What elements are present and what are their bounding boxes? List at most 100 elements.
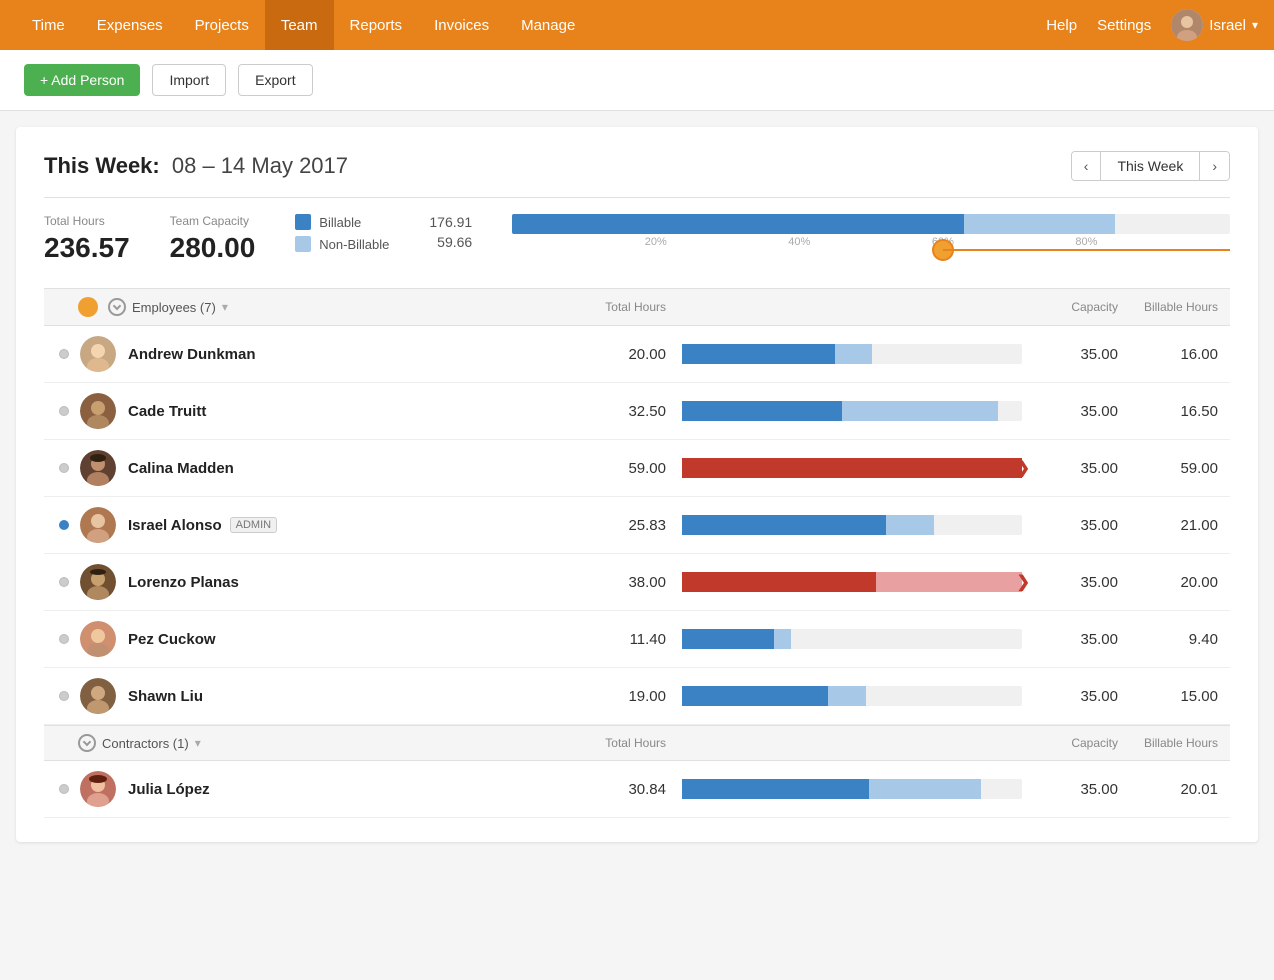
main-chart: 20% 40% 60% 80% <box>512 214 1230 264</box>
col-header-hours: Total Hours <box>586 300 666 314</box>
row-name[interactable]: Calina Madden <box>128 460 586 477</box>
team-capacity-value: 280.00 <box>170 232 256 264</box>
row-name[interactable]: Andrew Dunkman <box>128 346 586 363</box>
row-hours: 11.40 <box>586 631 666 648</box>
row-status <box>56 784 72 794</box>
week-nav: ‹ This Week › <box>1071 151 1230 181</box>
week-next-button[interactable]: › <box>1200 152 1229 180</box>
chart-ticks: 20% 40% 60% 80% <box>512 236 1230 264</box>
avatar <box>80 771 116 807</box>
contractors-timer-icon <box>78 734 96 752</box>
row-hours: 38.00 <box>586 574 666 591</box>
row-bar <box>682 344 1022 364</box>
bar-nonbillable <box>886 515 934 535</box>
nav-projects[interactable]: Projects <box>179 0 265 50</box>
week-header: This Week: 08 – 14 May 2017 ‹ This Week … <box>44 151 1230 181</box>
row-hours: 59.00 <box>586 460 666 477</box>
row-name[interactable]: Israel Alonso ADMIN <box>128 517 586 534</box>
contractors-group-label[interactable]: Contractors (1) <box>102 736 189 751</box>
user-dropdown-icon: ▾ <box>1252 18 1258 32</box>
row-name[interactable]: Shawn Liu <box>128 688 586 705</box>
status-dot <box>59 577 69 587</box>
row-billable-hours: 20.00 <box>1118 574 1218 591</box>
slider-line <box>943 249 1230 251</box>
employees-group-label[interactable]: Employees (7) <box>132 300 216 315</box>
contractors-col-header-capacity: Capacity <box>1038 736 1118 750</box>
overflow-icon: ❯ <box>1017 572 1030 592</box>
row-hours: 30.84 <box>586 781 666 798</box>
row-hours: 20.00 <box>586 346 666 363</box>
row-status <box>56 349 72 359</box>
admin-badge: ADMIN <box>230 517 277 533</box>
col-header-billable: Billable Hours <box>1118 300 1218 314</box>
row-name[interactable]: Lorenzo Planas <box>128 574 586 591</box>
table-row: Shawn Liu 19.00 35.00 15.00 <box>44 668 1230 725</box>
team-capacity-stat: Team Capacity 280.00 <box>170 214 256 264</box>
bar-over <box>682 458 1022 478</box>
add-person-button[interactable]: + Add Person <box>24 64 140 96</box>
row-bar <box>682 779 1022 799</box>
timer-icon <box>108 298 126 316</box>
avatar <box>80 336 116 372</box>
bar-nonbillable <box>842 401 998 421</box>
chart-values: 176.91 59.66 <box>429 214 472 250</box>
row-hours: 19.00 <box>586 688 666 705</box>
week-prev-button[interactable]: ‹ <box>1072 152 1101 180</box>
bar-nonbillable <box>869 779 981 799</box>
user-menu[interactable]: Israel ▾ <box>1171 9 1258 41</box>
legend-billable: Billable <box>295 214 389 230</box>
main-content: This Week: 08 – 14 May 2017 ‹ This Week … <box>16 127 1258 842</box>
nonbillable-value: 59.66 <box>429 234 472 250</box>
row-name[interactable]: Pez Cuckow <box>128 631 586 648</box>
row-billable-hours: 16.00 <box>1118 346 1218 363</box>
row-name[interactable]: Cade Truitt <box>128 403 586 420</box>
table-row: Calina Madden 59.00 ❯ 35.00 59.00 <box>44 440 1230 497</box>
legend: Billable Non-Billable <box>295 214 389 252</box>
group-indicator <box>78 297 98 317</box>
row-capacity: 35.00 <box>1038 781 1118 798</box>
import-button[interactable]: Import <box>152 64 226 96</box>
nav-reports[interactable]: Reports <box>334 0 419 50</box>
week-label: This Week: <box>44 153 160 178</box>
status-dot <box>59 691 69 701</box>
employees-group-expand[interactable]: ▾ <box>222 300 228 314</box>
row-status <box>56 406 72 416</box>
main-bar-nonbillable <box>964 214 1115 234</box>
tick-20: 20% <box>645 236 667 248</box>
table-row: Cade Truitt 32.50 35.00 16.50 <box>44 383 1230 440</box>
nav-time[interactable]: Time <box>16 0 81 50</box>
contractors-list: Julia López 30.84 35.00 20.01 <box>44 761 1230 818</box>
contractors-col-header-hours: Total Hours <box>586 736 666 750</box>
row-capacity: 35.00 <box>1038 574 1118 591</box>
avatar <box>80 621 116 657</box>
total-hours-stat: Total Hours 236.57 <box>44 214 130 264</box>
row-bar <box>682 686 1022 706</box>
row-billable-hours: 59.00 <box>1118 460 1218 477</box>
contractors-group-expand[interactable]: ▾ <box>195 736 201 750</box>
row-status <box>56 463 72 473</box>
user-name: Israel <box>1209 17 1246 34</box>
team-capacity-label: Team Capacity <box>170 214 256 228</box>
table-row: Andrew Dunkman 20.00 35.00 16.00 <box>44 326 1230 383</box>
employees-group-left: Employees (7) ▾ <box>56 297 586 317</box>
row-billable-hours: 9.40 <box>1118 631 1218 648</box>
nav-expenses[interactable]: Expenses <box>81 0 179 50</box>
billable-value: 176.91 <box>429 214 472 230</box>
row-hours: 32.50 <box>586 403 666 420</box>
nav-manage[interactable]: Manage <box>505 0 591 50</box>
legend-billable-label: Billable <box>319 215 361 230</box>
nav-invoices[interactable]: Invoices <box>418 0 505 50</box>
bar-over <box>682 572 876 592</box>
nav-team[interactable]: Team <box>265 0 334 50</box>
nav-settings[interactable]: Settings <box>1097 17 1151 34</box>
row-bar <box>682 629 1022 649</box>
avatar <box>80 450 116 486</box>
total-hours-value: 236.57 <box>44 232 130 264</box>
nav-help[interactable]: Help <box>1046 17 1077 34</box>
row-name[interactable]: Julia López <box>128 781 586 798</box>
nav: Time Expenses Projects Team Reports Invo… <box>0 0 1274 50</box>
export-button[interactable]: Export <box>238 64 312 96</box>
bar-billable <box>682 401 842 421</box>
status-dot <box>59 784 69 794</box>
row-bar-inner <box>682 779 1022 799</box>
